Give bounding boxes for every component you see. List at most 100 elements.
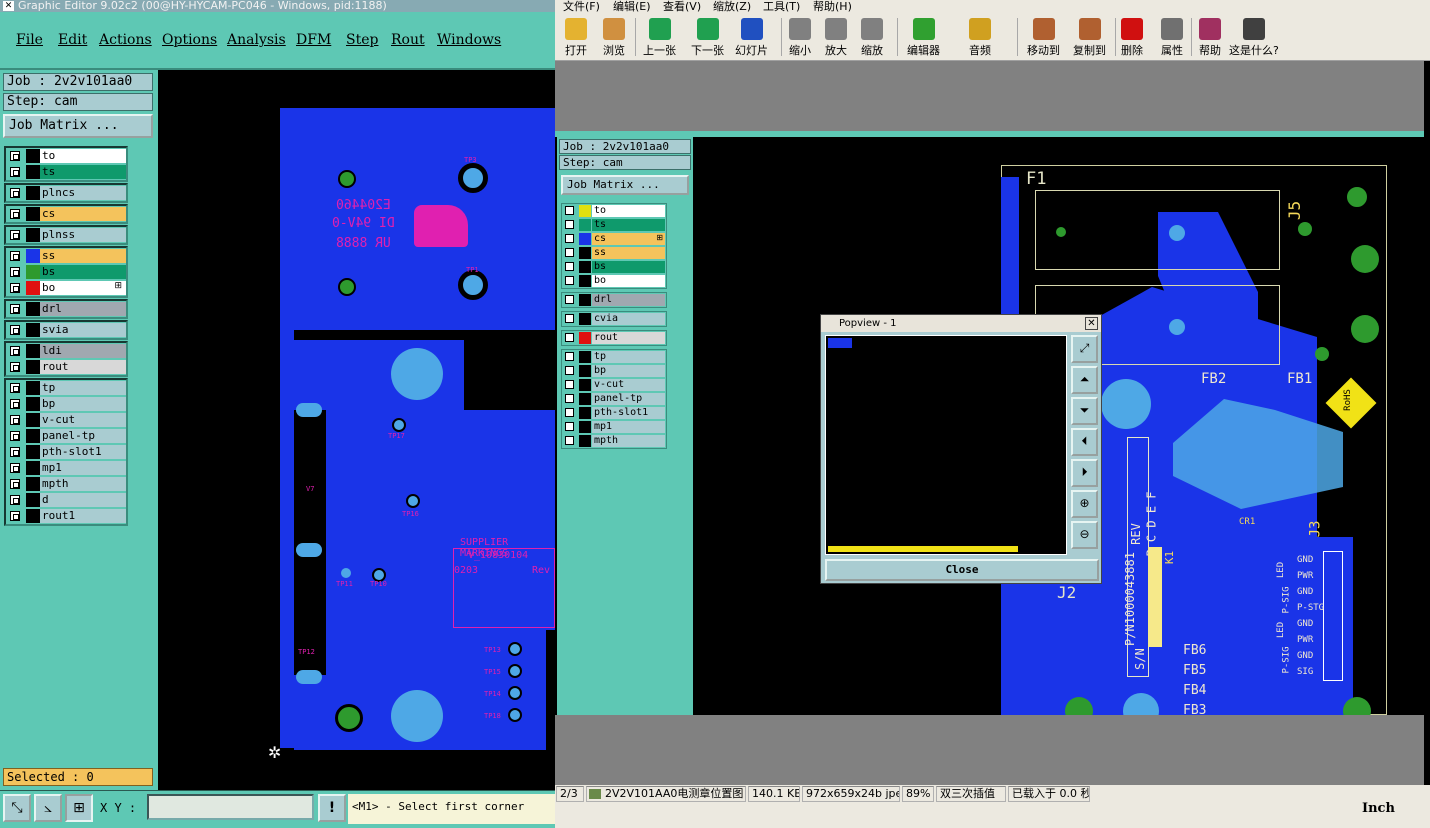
layer-color-swatch[interactable] — [26, 344, 40, 358]
layer-color-swatch[interactable] — [26, 281, 40, 295]
layer-checkbox[interactable] — [565, 394, 574, 403]
layer-checkbox[interactable] — [10, 346, 20, 356]
inner-layer-row[interactable]: ts — [562, 218, 666, 232]
layer-row[interactable]: mpth — [6, 476, 126, 492]
layer-row[interactable]: to — [6, 148, 126, 164]
zoom-in-icon[interactable]: ⊕ — [1071, 490, 1098, 518]
toolbar-button-zoom-in[interactable]: 放大 — [825, 18, 847, 58]
inner-layer-row[interactable]: drl — [562, 293, 666, 307]
layer-color-swatch[interactable] — [26, 265, 40, 279]
layer-color-swatch[interactable] — [579, 421, 591, 433]
toolbar-button-copy-to[interactable]: 复制到 — [1073, 18, 1106, 58]
layer-row[interactable]: drl — [6, 301, 126, 317]
toolbar-button-delete[interactable]: 删除 — [1121, 18, 1143, 58]
menu-dfm[interactable]: DFM — [296, 32, 331, 48]
layer-checkbox[interactable] — [10, 511, 20, 521]
layer-color-swatch[interactable] — [26, 429, 40, 443]
layer-row[interactable]: plncs — [6, 185, 126, 201]
layer-color-swatch[interactable] — [26, 509, 40, 523]
layer-color-swatch[interactable] — [579, 261, 591, 273]
layer-color-swatch[interactable] — [579, 275, 591, 287]
menu-edit[interactable]: Edit — [58, 32, 87, 48]
layer-checkbox[interactable] — [10, 495, 20, 505]
layer-color-swatch[interactable] — [579, 393, 591, 405]
layer-row[interactable]: ts — [6, 164, 126, 180]
layer-checkbox[interactable] — [565, 314, 574, 323]
pcb-canvas[interactable]: E204460 DI 94V-0 UR 8888 TP3 TP1 TP17 V7… — [158, 70, 555, 790]
inner-layer-row[interactable]: bo — [562, 274, 666, 288]
toolbar-button-browse[interactable]: 浏览 — [603, 18, 625, 58]
layer-color-swatch[interactable] — [26, 228, 40, 242]
layer-color-swatch[interactable] — [26, 360, 40, 374]
layer-checkbox[interactable] — [10, 188, 20, 198]
toolbar-button-audio[interactable]: 音频 — [969, 18, 991, 58]
layer-color-swatch[interactable] — [579, 435, 591, 447]
zoom-fit-icon[interactable]: ⤢ — [1071, 335, 1098, 363]
toolbar-button-zoom-out[interactable]: 缩小 — [789, 18, 811, 58]
inner-layer-row[interactable]: tp — [562, 350, 666, 364]
layer-checkbox[interactable] — [10, 415, 20, 425]
toolbar-button-editor[interactable]: 编辑器 — [907, 18, 940, 58]
layer-color-swatch[interactable] — [579, 332, 591, 344]
close-icon[interactable]: ✕ — [1085, 317, 1098, 330]
layer-color-swatch[interactable] — [579, 365, 591, 377]
menu-file[interactable]: File — [16, 32, 43, 48]
layer-checkbox[interactable] — [10, 399, 20, 409]
layer-color-swatch[interactable] — [26, 477, 40, 491]
menu-actions[interactable]: Actions — [99, 32, 152, 48]
menu-windows[interactable]: Windows — [437, 32, 501, 48]
layer-color-swatch[interactable] — [26, 207, 40, 221]
layer-checkbox[interactable] — [10, 304, 20, 314]
layer-checkbox[interactable] — [565, 352, 574, 361]
menu-edit-cn[interactable]: 编辑(E) — [613, 0, 651, 14]
toolbar-button-prev-image[interactable]: 上一张 — [643, 18, 676, 58]
layer-checkbox[interactable] — [10, 325, 20, 335]
layer-checkbox[interactable] — [10, 383, 20, 393]
inner-layer-row[interactable]: pth-slot1 — [562, 406, 666, 420]
inner-layer-row[interactable]: cvia — [562, 312, 666, 326]
measure-icon[interactable]: ⦣ — [34, 794, 62, 822]
inner-layer-row[interactable]: panel-tp — [562, 392, 666, 406]
layer-row[interactable]: rout1 — [6, 508, 126, 524]
inner-layer-row[interactable]: v-cut — [562, 378, 666, 392]
layer-color-swatch[interactable] — [26, 397, 40, 411]
layer-color-swatch[interactable] — [579, 294, 591, 306]
layer-row[interactable]: bo ⊞ — [6, 280, 126, 296]
layer-color-swatch[interactable] — [579, 407, 591, 419]
layer-row[interactable]: svia — [6, 322, 126, 338]
layer-color-swatch[interactable] — [26, 413, 40, 427]
layer-checkbox[interactable] — [565, 262, 574, 271]
layer-checkbox[interactable] — [565, 206, 574, 215]
layer-checkbox[interactable] — [565, 436, 574, 445]
layer-row[interactable]: bp — [6, 396, 126, 412]
layer-color-swatch[interactable] — [26, 186, 40, 200]
zoom-box-icon[interactable]: ⤡ — [3, 794, 31, 822]
layer-checkbox[interactable] — [10, 283, 20, 293]
layer-color-swatch[interactable] — [579, 205, 591, 217]
toolbar-button-zoom[interactable]: 缩放 — [861, 18, 883, 58]
inner-layer-row[interactable]: bs — [562, 260, 666, 274]
toolbar-button-slideshow[interactable]: 幻灯片 — [735, 18, 768, 58]
layer-checkbox[interactable] — [565, 366, 574, 375]
layer-color-swatch[interactable] — [579, 313, 591, 325]
layer-checkbox[interactable] — [10, 151, 20, 161]
layer-color-swatch[interactable] — [579, 233, 591, 245]
layer-color-swatch[interactable] — [26, 461, 40, 475]
layer-color-swatch[interactable] — [579, 351, 591, 363]
menu-file-cn[interactable]: 文件(F) — [563, 0, 600, 14]
layer-color-swatch[interactable] — [26, 165, 40, 179]
layer-color-swatch[interactable] — [579, 379, 591, 391]
layer-checkbox[interactable] — [10, 447, 20, 457]
layer-row[interactable]: v-cut — [6, 412, 126, 428]
layer-row[interactable]: ss — [6, 248, 126, 264]
menu-help-cn[interactable]: 帮助(H) — [813, 0, 852, 14]
job-matrix-button[interactable]: Job Matrix ... — [3, 114, 153, 138]
pan-down-icon[interactable]: ⏷ — [1071, 397, 1098, 425]
toolbar-button-next-image[interactable]: 下一张 — [691, 18, 724, 58]
inner-layer-row[interactable]: bp — [562, 364, 666, 378]
layer-row[interactable]: cs — [6, 206, 126, 222]
inner-layer-row[interactable]: to — [562, 204, 666, 218]
menu-analysis[interactable]: Analysis — [227, 32, 286, 48]
toolbar-button-open-folder[interactable]: 打开 — [565, 18, 587, 58]
snap-grid-icon[interactable]: ⊞ — [65, 794, 93, 822]
